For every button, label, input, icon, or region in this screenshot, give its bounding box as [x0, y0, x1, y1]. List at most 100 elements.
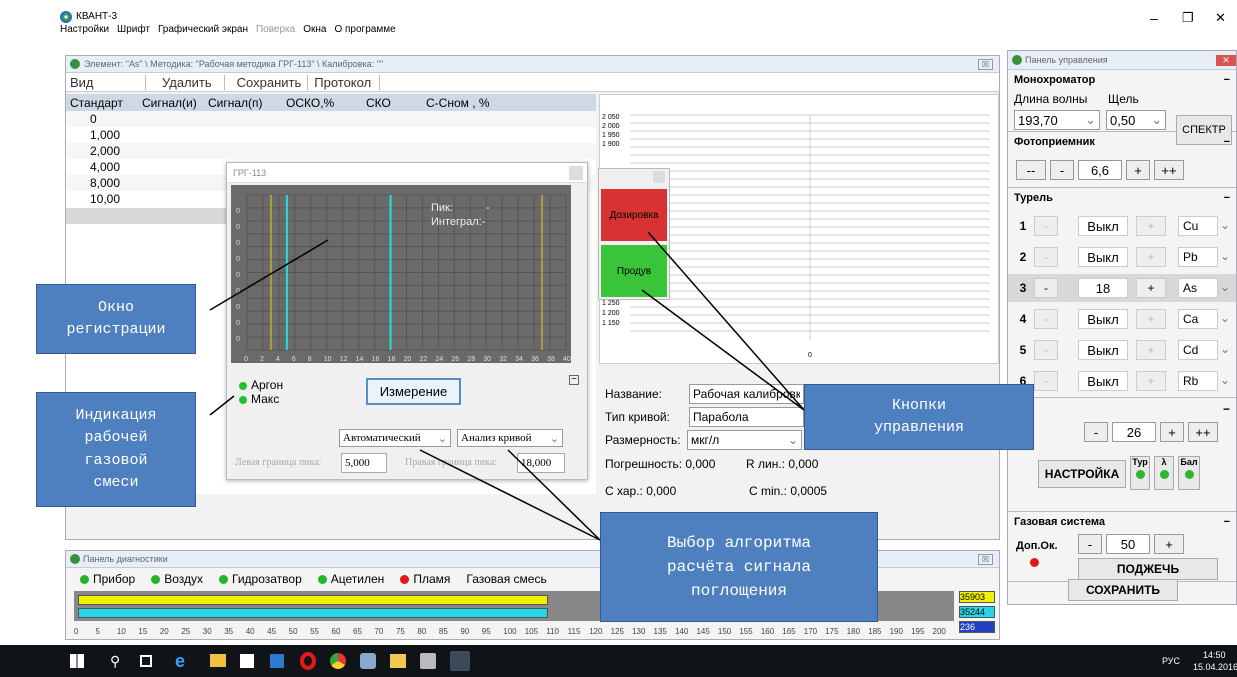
search-icon[interactable]: ⚲: [110, 653, 120, 670]
turret-state[interactable]: Выкл: [1078, 371, 1128, 391]
maximize-button[interactable]: ❐: [1182, 10, 1194, 26]
turret-plus-button[interactable]: +: [1136, 247, 1166, 267]
turret-minus-button[interactable]: -: [1034, 340, 1058, 360]
turret-minus-button[interactable]: -: [1034, 278, 1058, 298]
turret-element-select[interactable]: Rb: [1178, 371, 1218, 391]
taskview-icon[interactable]: [140, 655, 152, 667]
turret-element-select[interactable]: Cd: [1178, 340, 1218, 360]
settings-button[interactable]: НАСТРОЙКА: [1038, 460, 1126, 488]
turret-row-2[interactable]: 2- Выкл + Pb ⌄: [1008, 243, 1236, 271]
name-field[interactable]: Рабочая калибровка: [689, 384, 804, 404]
edge-icon[interactable]: e: [175, 651, 185, 672]
turret-state[interactable]: Выкл: [1078, 309, 1128, 329]
turret-plus-button[interactable]: +: [1136, 340, 1166, 360]
minimize-button[interactable]: –: [1150, 10, 1158, 26]
view-button[interactable]: Вид: [66, 74, 146, 90]
turret-plus-button[interactable]: +: [1136, 278, 1166, 298]
turret-state[interactable]: 18: [1078, 278, 1128, 298]
lamp-plus-button[interactable]: +: [1160, 422, 1184, 442]
app-gray-icon[interactable]: [420, 653, 436, 669]
turret-plus-button[interactable]: +: [1136, 371, 1166, 391]
turret-row-1[interactable]: 1- Выкл + Cu ⌄: [1008, 212, 1236, 240]
collapse-icon[interactable]: −: [1224, 192, 1230, 204]
turret-row-6[interactable]: 6- Выкл + Rb ⌄: [1008, 367, 1236, 395]
lamp-plus2-button[interactable]: ++: [1188, 422, 1218, 442]
blow-button[interactable]: Продув: [601, 245, 667, 297]
control-panel-close-button[interactable]: ✕: [1216, 54, 1236, 66]
left-border-input[interactable]: 5,000: [341, 453, 387, 473]
turret-row-4[interactable]: 4- Выкл + Ca ⌄: [1008, 305, 1236, 333]
slit-select[interactable]: 0,50 ⌄: [1106, 110, 1166, 130]
turret-row-5[interactable]: 5- Выкл + Cd ⌄: [1008, 336, 1236, 364]
table-row[interactable]: 2,000: [66, 143, 596, 159]
turret-element-select[interactable]: Ca: [1178, 309, 1218, 329]
turret-element-select[interactable]: As: [1178, 278, 1218, 298]
kvant-taskbar-icon[interactable]: [450, 651, 470, 671]
close-button[interactable]: ✕: [1215, 10, 1226, 26]
language-indicator[interactable]: РУС: [1162, 656, 1180, 666]
table-row[interactable]: 0: [66, 111, 596, 127]
chrome-icon[interactable]: [330, 653, 346, 669]
turret-row-3[interactable]: 3-18 + As ⌄: [1008, 274, 1236, 302]
turret-minus-button[interactable]: -: [1034, 371, 1058, 391]
balance-ind-button[interactable]: Бал: [1178, 456, 1200, 490]
store-icon[interactable]: [240, 654, 254, 668]
opera-icon[interactable]: [300, 652, 316, 670]
window-restore-icon[interactable]: ☒: [977, 58, 993, 70]
wavelength-select[interactable]: 193,70 ⌄: [1014, 110, 1100, 130]
lambda-ind-button[interactable]: λ: [1154, 456, 1174, 490]
protocol-button[interactable]: Протокол: [308, 74, 381, 90]
menu-settings[interactable]: Настройки: [60, 24, 109, 35]
photo-minus2-button[interactable]: --: [1016, 160, 1046, 180]
units-select[interactable]: мкг/л ⌄: [687, 430, 802, 450]
gas-value[interactable]: 50: [1106, 534, 1150, 554]
ignite-button[interactable]: ПОДЖЕЧЬ: [1078, 558, 1218, 580]
turret-plus-button[interactable]: +: [1136, 309, 1166, 329]
turret-minus-button[interactable]: -: [1034, 247, 1058, 267]
collapse-icon[interactable]: −: [1224, 516, 1230, 528]
folder-icon[interactable]: [390, 654, 406, 668]
lamp-value[interactable]: 26: [1112, 422, 1156, 442]
gas-minus-button[interactable]: -: [1078, 534, 1102, 554]
turret-element-select[interactable]: Cu: [1178, 216, 1218, 236]
turret-minus-button[interactable]: -: [1034, 216, 1058, 236]
photo-minus-button[interactable]: -: [1050, 160, 1074, 180]
collapse-icon[interactable]: −: [1223, 402, 1230, 416]
turret-minus-button[interactable]: -: [1034, 309, 1058, 329]
menu-graphic[interactable]: Графический экран: [158, 24, 248, 35]
photo-value[interactable]: 6,6: [1078, 160, 1122, 180]
app-shield-icon[interactable]: [360, 653, 376, 669]
turret-state[interactable]: Выкл: [1078, 216, 1128, 236]
collapse-icon[interactable]: −: [1224, 74, 1230, 86]
menu-windows[interactable]: Окна: [303, 24, 326, 35]
photo-plus-button[interactable]: +: [1126, 160, 1150, 180]
app-blue-icon[interactable]: [270, 654, 284, 668]
curve-select[interactable]: Парабола: [689, 407, 804, 427]
turret-state[interactable]: Выкл: [1078, 247, 1128, 267]
measure-button[interactable]: Измерение: [366, 378, 461, 405]
gas-plus-button[interactable]: +: [1154, 534, 1184, 554]
lamp-minus-button[interactable]: -: [1084, 422, 1108, 442]
window-restore-icon[interactable]: ☒: [977, 553, 993, 565]
menu-about[interactable]: О программе: [334, 24, 395, 35]
collapse-panel-icon[interactable]: −: [569, 375, 579, 385]
turret-plus-button[interactable]: +: [1136, 216, 1166, 236]
clock-time[interactable]: 14:50: [1203, 650, 1226, 660]
dose-close-button[interactable]: [653, 171, 665, 183]
windows-start-icon[interactable]: [70, 654, 84, 668]
dose-button[interactable]: Дозировка: [601, 189, 667, 241]
turret-state[interactable]: Выкл: [1078, 340, 1128, 360]
mode-select[interactable]: Автоматический ⌄: [339, 429, 451, 447]
photo-plus2-button[interactable]: ++: [1154, 160, 1184, 180]
explorer-icon[interactable]: [210, 654, 226, 667]
analysis-select[interactable]: Анализ кривой ⌄: [457, 429, 563, 447]
right-border-input[interactable]: 18,000: [517, 453, 565, 473]
table-row[interactable]: 1,000: [66, 127, 596, 143]
save-button[interactable]: Сохранить: [225, 74, 309, 90]
control-save-button[interactable]: СОХРАНИТЬ: [1068, 579, 1178, 601]
collapse-icon[interactable]: −: [1224, 136, 1230, 148]
delete-button[interactable]: Удалить: [146, 74, 225, 90]
menu-verify[interactable]: Поверка: [256, 24, 295, 35]
registration-close-button[interactable]: [569, 166, 583, 180]
turret-ind-button[interactable]: Тур: [1130, 456, 1150, 490]
